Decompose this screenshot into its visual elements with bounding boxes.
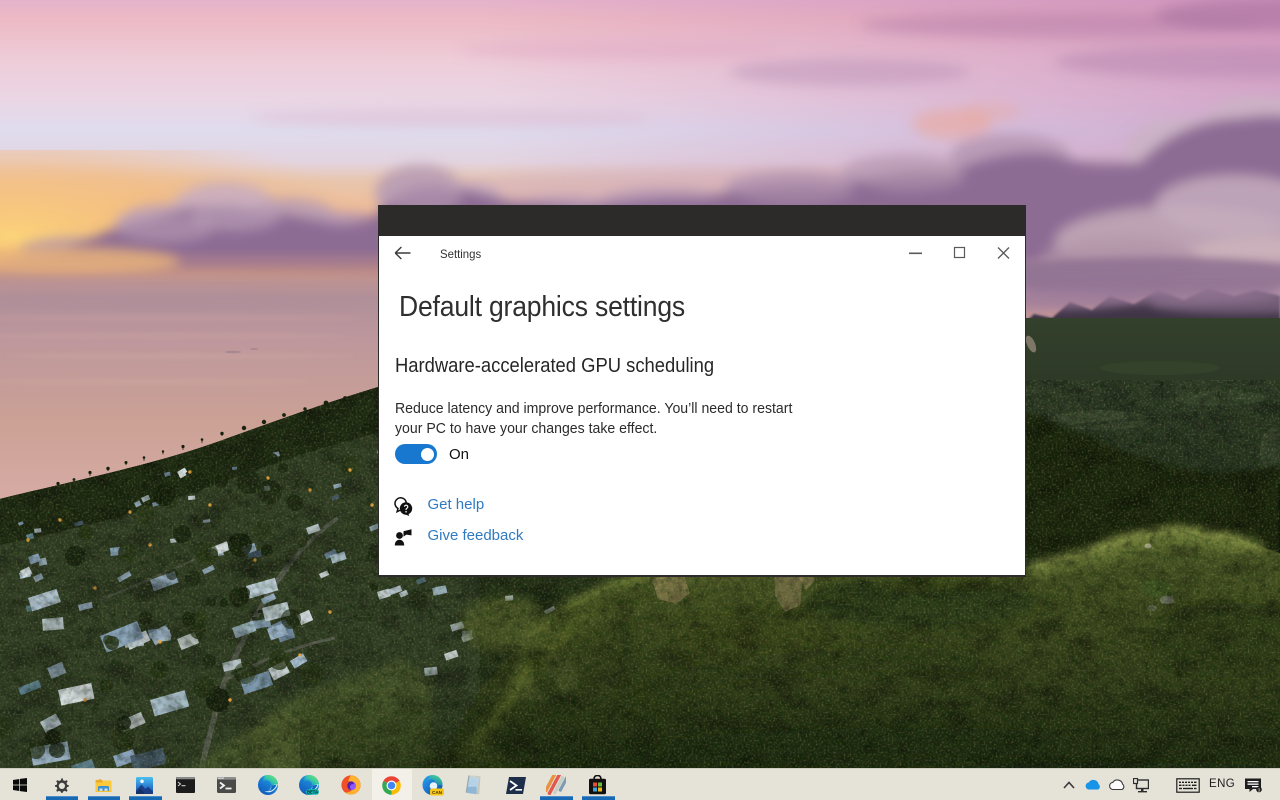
svg-text:BETA: BETA	[307, 790, 318, 795]
svg-text:CAN: CAN	[432, 790, 443, 795]
